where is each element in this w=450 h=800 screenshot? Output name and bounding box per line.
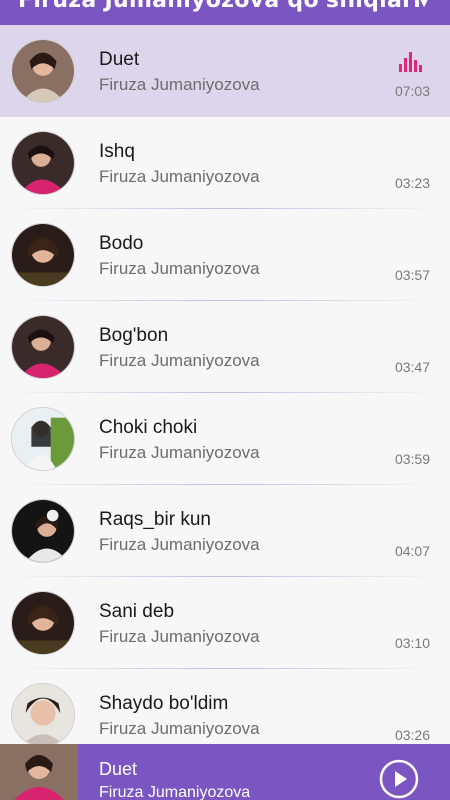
- song-artist: Firuza Jumaniyozova: [99, 627, 260, 646]
- song-cover-image: [11, 223, 75, 287]
- song-artist: Firuza Jumaniyozova: [99, 259, 260, 278]
- song-row-raqs-bir-kun[interactable]: Raqs_bir kun Firuza Jumaniyozova 04:07: [0, 485, 450, 577]
- song-cover-image: [11, 315, 75, 379]
- song-cover-image: [11, 683, 75, 744]
- song-cover-image: [11, 39, 75, 103]
- song-artist: Firuza Jumaniyozova: [99, 351, 260, 370]
- equalizer-icon: [399, 52, 422, 72]
- now-playing-artist: Firuza Jumaniyozova: [99, 784, 251, 800]
- song-duration: 03:23: [394, 175, 430, 191]
- song-artist: Firuza Jumaniyozova: [99, 535, 260, 554]
- song-artist: Firuza Jumaniyozova: [99, 75, 260, 94]
- song-row-ishq[interactable]: Ishq Firuza Jumaniyozova 03:23: [0, 117, 450, 209]
- song-row-choki-choki[interactable]: Choki choki Firuza Jumaniyozova 03:59: [0, 393, 450, 485]
- song-cover-image: [11, 131, 75, 195]
- song-artist: Firuza Jumaniyozova: [99, 167, 260, 186]
- play-icon[interactable]: [379, 759, 419, 799]
- song-duration: 03:26: [394, 727, 430, 743]
- song-cover-image: [11, 591, 75, 655]
- song-title: Choki choki: [99, 417, 198, 438]
- now-playing-title: Duet: [99, 759, 138, 779]
- song-row-sani-deb[interactable]: Sani deb Firuza Jumaniyozova 03:10: [0, 577, 450, 669]
- song-cover-image: [11, 407, 75, 471]
- song-title: Sani deb: [99, 601, 175, 622]
- now-playing-bar[interactable]: Duet Firuza Jumaniyozova: [0, 744, 450, 800]
- chevron-down-icon[interactable]: ▼: [416, 0, 432, 12]
- song-duration: 03:47: [394, 359, 430, 375]
- app-title: Firuza Jumaniyozova qo'shiqlari: [18, 0, 422, 13]
- app-header: Firuza Jumaniyozova qo'shiqlari ▼: [0, 0, 450, 25]
- song-title: Duet: [99, 49, 140, 70]
- song-title: Ishq: [99, 141, 135, 162]
- song-row-bogbon[interactable]: Bog'bon Firuza Jumaniyozova 03:47: [0, 301, 450, 393]
- song-row-duet[interactable]: Duet Firuza Jumaniyozova 07:03: [0, 25, 450, 117]
- song-artist: Firuza Jumaniyozova: [99, 719, 260, 738]
- song-duration: 04:07: [394, 543, 430, 559]
- song-row-shaydo-boldim[interactable]: Shaydo bo'ldim Firuza Jumaniyozova 03:26: [0, 669, 450, 744]
- song-title: Bog'bon: [99, 325, 169, 346]
- song-cover-image: [11, 499, 75, 563]
- song-duration: 03:10: [394, 635, 430, 651]
- song-duration: 03:57: [394, 267, 430, 283]
- song-list: Duet Firuza Jumaniyozova 07:03 Ishq Firu…: [0, 25, 450, 744]
- song-title: Bodo: [99, 233, 144, 254]
- song-duration: 03:59: [394, 451, 430, 467]
- now-playing-cover: [0, 744, 78, 800]
- song-artist: Firuza Jumaniyozova: [99, 443, 260, 462]
- song-row-bodo[interactable]: Bodo Firuza Jumaniyozova 03:57: [0, 209, 450, 301]
- song-duration: 07:03: [394, 83, 430, 99]
- song-title: Shaydo bo'ldim: [99, 693, 229, 714]
- song-title: Raqs_bir kun: [99, 509, 211, 530]
